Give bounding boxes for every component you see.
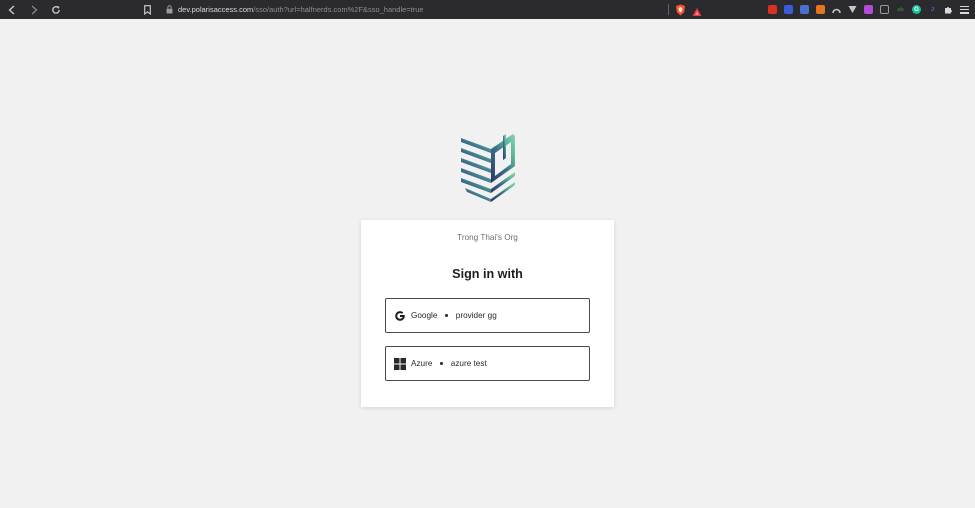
translate-icon[interactable] bbox=[784, 5, 793, 14]
brave-rewards-icon[interactable] bbox=[692, 4, 702, 16]
google-icon bbox=[394, 310, 406, 322]
ab-icon[interactable]: ab bbox=[896, 5, 905, 14]
org-name: Trong Thai's Org bbox=[457, 233, 518, 242]
separator-dot bbox=[445, 314, 448, 317]
google-provider-button[interactable]: Google provider gg bbox=[385, 298, 590, 333]
reload-button[interactable] bbox=[48, 2, 64, 18]
back-button[interactable] bbox=[4, 2, 20, 18]
sign-in-card: Trong Thai's Org Sign in with Google pro… bbox=[361, 220, 614, 407]
provider-name: Azure bbox=[411, 359, 433, 368]
provider-label: azure test bbox=[450, 359, 487, 368]
puzzle-icon[interactable] bbox=[944, 5, 953, 14]
metamask-icon[interactable] bbox=[816, 5, 825, 14]
bookmark-icon[interactable] bbox=[142, 4, 152, 16]
separator-dot bbox=[440, 362, 443, 365]
browser-menu-icon[interactable] bbox=[960, 5, 969, 14]
forward-arrow-icon bbox=[31, 5, 38, 14]
azure-provider-button[interactable]: Azure azure test bbox=[385, 346, 590, 381]
polaris-logo bbox=[461, 134, 515, 202]
lock-icon[interactable] bbox=[166, 5, 174, 15]
forward-button[interactable] bbox=[26, 2, 42, 18]
provider-name: Google bbox=[411, 311, 438, 320]
arc-icon[interactable] bbox=[832, 5, 841, 14]
extensions-tray: ab G J bbox=[768, 2, 969, 17]
jira-icon[interactable]: J bbox=[928, 5, 937, 14]
address-divider bbox=[668, 4, 669, 15]
url-text[interactable]: dev.polarisaccess.com/sso/auth?url=halfn… bbox=[178, 5, 424, 14]
browser-toolbar: dev.polarisaccess.com/sso/auth?url=halfn… bbox=[0, 0, 975, 19]
reload-icon bbox=[52, 5, 60, 14]
docs-icon[interactable] bbox=[800, 5, 809, 14]
back-arrow-icon bbox=[8, 5, 15, 14]
url-host: dev.polarisaccess.com bbox=[178, 5, 254, 14]
youtube-icon[interactable] bbox=[768, 5, 777, 14]
vue-icon[interactable] bbox=[848, 5, 857, 14]
sign-in-heading: Sign in with bbox=[452, 267, 523, 281]
nav-buttons bbox=[0, 2, 64, 18]
screenshot-icon[interactable] bbox=[880, 5, 889, 14]
url-path: /sso/auth?url=halfnerds.com%2F&sso_handl… bbox=[253, 5, 424, 14]
windows-icon bbox=[394, 357, 406, 370]
brave-shields-icon[interactable] bbox=[675, 3, 686, 16]
grammarly-icon[interactable]: G bbox=[912, 5, 921, 14]
address-bar[interactable]: dev.polarisaccess.com/sso/auth?url=halfn… bbox=[140, 2, 706, 17]
provider-label: provider gg bbox=[455, 311, 497, 320]
picture-icon[interactable] bbox=[864, 5, 873, 14]
